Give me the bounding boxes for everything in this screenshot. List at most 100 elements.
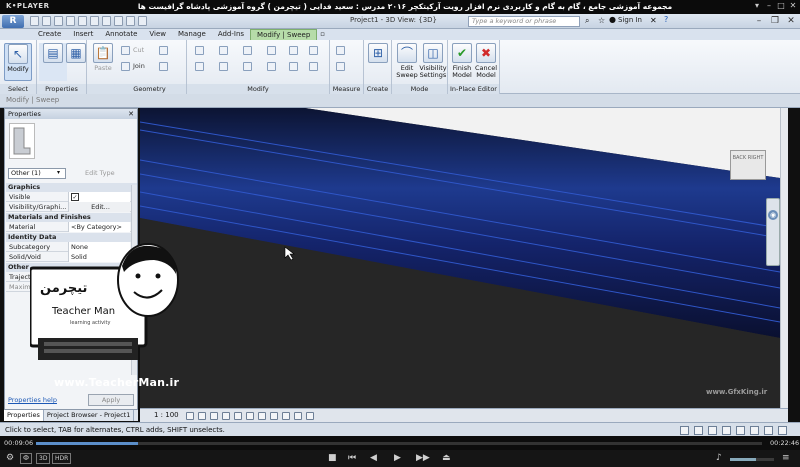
previous-icon[interactable]: ⏮ — [348, 453, 356, 464]
tab-manage[interactable]: Manage — [172, 29, 212, 40]
audio-track-badge[interactable]: Ф — [20, 453, 33, 464]
section-icon[interactable] — [126, 16, 135, 26]
visual-style-icon[interactable] — [198, 412, 206, 420]
3d-view-canvas[interactable] — [140, 108, 780, 408]
select-panel-label[interactable]: Select — [0, 84, 36, 94]
open-icon[interactable] — [30, 16, 39, 26]
offset-icon[interactable] — [219, 46, 228, 55]
restore-window-icon[interactable]: ❐ — [768, 15, 782, 27]
search-icon[interactable]: ⌕ — [585, 16, 589, 26]
tab-create[interactable]: Create — [32, 29, 67, 40]
render-icon[interactable] — [234, 412, 242, 420]
subscription-icon[interactable]: ☆ — [598, 16, 605, 25]
analytical-model-icon[interactable] — [306, 412, 314, 420]
crop-view-icon[interactable] — [246, 412, 254, 420]
stop-icon[interactable]: ■ — [328, 453, 337, 464]
playlist-icon[interactable]: ≡ — [782, 453, 790, 464]
settings-icon[interactable]: ⚙ — [6, 453, 14, 464]
view-scale[interactable]: 1 : 100 — [154, 411, 179, 419]
align-icon[interactable] — [195, 46, 204, 55]
play-icon[interactable]: ▶ — [394, 453, 401, 464]
ribbon-toggle-icon[interactable]: ▫ — [317, 29, 328, 40]
trim-icon[interactable] — [267, 62, 276, 71]
array-icon[interactable] — [289, 62, 298, 71]
select-links-icon[interactable] — [708, 426, 717, 435]
tab-modify-sweep[interactable]: Modify | Sweep — [250, 29, 318, 40]
search-input[interactable]: Type a keyword or phrase — [468, 16, 580, 27]
properties-help-link[interactable]: Properties help — [8, 396, 57, 404]
seek-track[interactable] — [36, 442, 762, 445]
rewind-icon[interactable]: ◀ — [370, 453, 377, 464]
rotate-icon[interactable] — [243, 62, 252, 71]
split-icon[interactable] — [289, 46, 298, 55]
player-close-icon[interactable]: ✕ — [788, 1, 798, 11]
pin-icon[interactable] — [309, 46, 318, 55]
worksets-icon[interactable] — [680, 426, 689, 435]
speaker-icon[interactable]: ♪ — [716, 453, 722, 464]
type-properties-button[interactable]: ▦ — [62, 43, 90, 81]
minimize-window-icon[interactable]: – — [752, 15, 766, 27]
measure-distance-icon[interactable] — [336, 46, 345, 55]
detail-level-icon[interactable] — [186, 412, 194, 420]
steering-wheel-icon[interactable]: ◉ — [768, 210, 778, 220]
tab-view[interactable]: View — [143, 29, 172, 40]
thin-lines-icon[interactable] — [138, 16, 147, 26]
tab-annotate[interactable]: Annotate — [99, 29, 143, 40]
close-window-icon[interactable]: ✕ — [784, 15, 798, 27]
chevron-down-icon[interactable]: ▾ — [57, 169, 60, 176]
filter-icon[interactable] — [778, 426, 787, 435]
create-group-button[interactable]: ⊞ — [365, 43, 391, 81]
volume-slider[interactable] — [730, 458, 774, 461]
select-underlay-icon[interactable] — [722, 426, 731, 435]
shadows-icon[interactable] — [222, 412, 230, 420]
save-icon[interactable] — [42, 16, 51, 26]
category-graphics[interactable]: Graphics — [6, 183, 137, 192]
text-icon[interactable] — [102, 16, 111, 26]
temporary-hide-icon[interactable] — [282, 412, 290, 420]
sun-path-icon[interactable] — [210, 412, 218, 420]
measure-icon[interactable] — [90, 16, 99, 26]
apply-button[interactable]: Apply — [88, 394, 134, 406]
mirror-axis-icon[interactable] — [243, 46, 252, 55]
edit-sweep-button[interactable]: ⌒ Edit Sweep — [393, 43, 421, 81]
tab-add-ins[interactable]: Add-Ins — [212, 29, 250, 40]
visibility-edit-button[interactable]: Edit... — [68, 202, 130, 212]
reveal-hidden-icon[interactable] — [294, 412, 302, 420]
edit-type-button[interactable]: Edit Type — [85, 168, 115, 179]
view-scrollbar[interactable] — [780, 108, 788, 408]
player-minimize-icon[interactable]: – — [764, 1, 774, 11]
drag-elements-icon[interactable] — [764, 426, 773, 435]
dimension-icon[interactable] — [336, 62, 345, 71]
modify-button[interactable]: ↖ Modify — [4, 43, 32, 81]
exchange-icon[interactable]: ✕ — [650, 16, 657, 25]
viewcube[interactable]: BACK RIGHT — [730, 150, 766, 180]
lock-view-icon[interactable] — [270, 412, 278, 420]
print-icon[interactable] — [78, 16, 87, 26]
forward-icon[interactable]: ▶▶ — [416, 453, 430, 464]
close-icon[interactable]: ✕ — [128, 109, 134, 119]
hdr-badge[interactable]: HDR — [52, 453, 72, 464]
visible-checkbox[interactable]: ✓ — [71, 193, 79, 201]
tab-project-browser[interactable]: Project Browser - Project1 — [44, 410, 135, 421]
3d-view-icon[interactable] — [114, 16, 123, 26]
category-materials[interactable]: Materials and Finishes — [6, 213, 137, 222]
tab-properties[interactable]: Properties — [4, 410, 44, 421]
help-icon[interactable]: ? — [664, 15, 668, 24]
user-icon[interactable]: ● — [609, 15, 616, 24]
redo-icon[interactable] — [66, 16, 75, 26]
undo-icon[interactable] — [54, 16, 63, 26]
delete-icon[interactable] — [309, 62, 318, 71]
copy-element-icon[interactable] — [219, 62, 228, 71]
visibility-settings-button[interactable]: ◫ Visibility Settings — [419, 43, 447, 81]
select-by-face-icon[interactable] — [750, 426, 759, 435]
tab-insert[interactable]: Insert — [67, 29, 99, 40]
navigation-bar[interactable] — [766, 198, 780, 266]
select-pinned-icon[interactable] — [736, 426, 745, 435]
mirror-draw-icon[interactable] — [267, 46, 276, 55]
material-value[interactable]: <By Category> — [68, 222, 130, 232]
sign-in-link[interactable]: Sign In — [618, 16, 642, 24]
move-icon[interactable] — [195, 62, 204, 71]
player-maximize-icon[interactable]: □ — [776, 1, 786, 11]
eject-icon[interactable]: ⏏ — [442, 453, 451, 464]
player-pin-icon[interactable]: ▾ — [752, 1, 762, 11]
